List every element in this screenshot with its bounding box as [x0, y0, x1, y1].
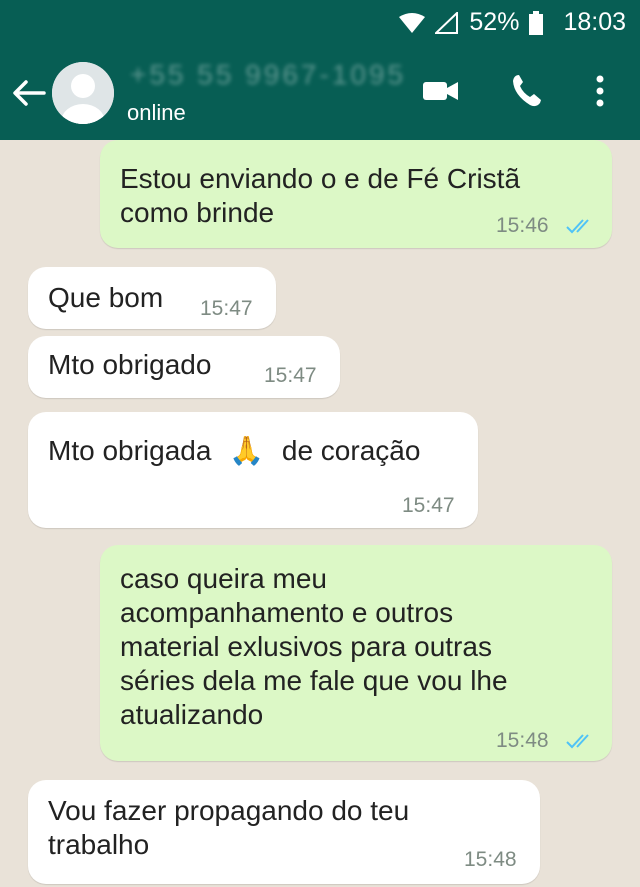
message-bubble-incoming[interactable]: Mto obrigado 15:47: [28, 336, 340, 398]
wifi-icon: [399, 12, 426, 33]
message-text-line: Vou fazer propagando do teu: [48, 795, 410, 826]
message-text-line: séries dela me fale que vou lhe: [120, 665, 508, 696]
contact-status: online: [127, 100, 186, 125]
read-receipt-icon: [566, 219, 589, 234]
message-time: 15:47: [200, 297, 253, 320]
message-time: 15:48: [464, 848, 517, 871]
message-text-line: material exlusivos para outras: [120, 631, 492, 662]
message-text-line: atualizando: [120, 699, 264, 730]
message-time: 15:48: [496, 729, 549, 752]
contact-name[interactable]: +55 55 9967-1095: [130, 59, 406, 91]
message-text-line: Estou enviando o e de Fé Cristã: [120, 163, 521, 194]
message-text: de coração: [281, 435, 421, 466]
status-bar: 52% 18:03: [0, 0, 640, 45]
clock: 18:03: [563, 8, 626, 36]
video-call-icon[interactable]: [422, 73, 460, 109]
avatar[interactable]: [52, 62, 114, 124]
battery-percent: 52%: [469, 8, 520, 36]
battery-icon: [529, 10, 544, 35]
message-text-line: trabalho: [48, 829, 150, 860]
message-time: 15:47: [264, 364, 317, 387]
read-receipt-icon: [566, 734, 589, 749]
chat-area: Estou enviando o e de Fé Cristã como bri…: [0, 140, 640, 887]
message-text-line: caso queira meu: [120, 563, 328, 594]
message-bubble-incoming[interactable]: Vou fazer propagando do teu trabalho 15:…: [28, 780, 540, 884]
chat-header: +55 55 9967-1095 online: [0, 45, 640, 140]
message-bubble-incoming[interactable]: Que bom 15:47: [28, 267, 276, 329]
message-time: 15:47: [402, 494, 455, 517]
message-text: Mto obrigada: [48, 435, 212, 466]
message-bubble-outgoing[interactable]: Estou enviando o e de Fé Cristã como bri…: [100, 140, 612, 248]
message-text-line: acompanhamento e outros: [120, 597, 454, 628]
more-options-icon[interactable]: [592, 73, 608, 109]
back-arrow-icon[interactable]: [10, 75, 46, 111]
message-bubble-incoming[interactable]: Mto obrigada 🙏 de coração 15:47: [28, 412, 478, 528]
signal-icon: [435, 11, 459, 34]
praying-hands-emoji: 🙏: [229, 435, 265, 466]
phone-icon[interactable]: [510, 73, 544, 109]
avatar-icon: [52, 62, 114, 124]
message-time: 15:46: [496, 214, 549, 237]
message-bubble-outgoing[interactable]: caso queira meu acompanhamento e outros …: [100, 545, 612, 761]
